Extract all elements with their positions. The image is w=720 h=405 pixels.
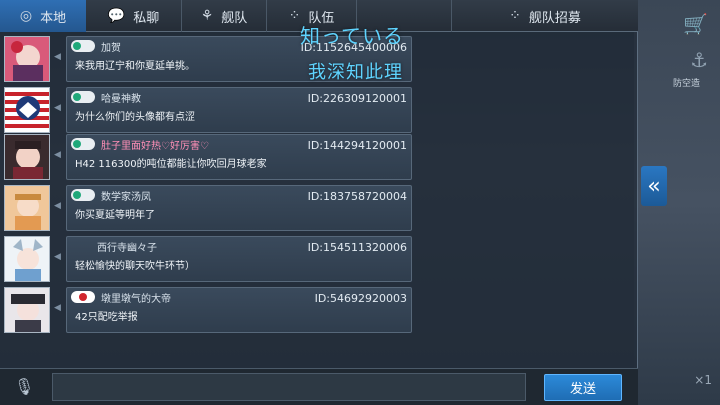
message-text: H42 116300的吨位都能让你吹回月球老家 <box>75 159 267 170</box>
tab-fleet[interactable]: ⚘ 舰队 <box>182 0 267 32</box>
bubble-pointer-icon: ◀ <box>54 103 61 113</box>
avatar[interactable] <box>4 236 50 282</box>
tab-private-label: 私聊 <box>133 10 160 26</box>
message-text: 来我用辽宁和你夏延单挑。 <box>75 61 195 72</box>
right-caption: 防空造 <box>672 79 700 89</box>
sender-name[interactable]: 数学家汤凤 <box>101 188 151 203</box>
chat-bubble-icon: 💬 <box>107 8 126 24</box>
cart-icon[interactable]: 🛒 <box>683 12 708 36</box>
input-bar: 🎙 发送 <box>0 368 638 405</box>
bubble-pointer-icon: ◀ <box>54 201 61 211</box>
fleet-icon: ⚘ <box>200 8 214 24</box>
guild-badge-icon <box>71 138 95 150</box>
tab-fleet-label: 舰队 <box>221 10 248 26</box>
avatar[interactable] <box>4 185 50 231</box>
bubble-pointer-icon: ◀ <box>54 52 61 62</box>
overlay-caption-jp: 知っている <box>300 24 404 48</box>
tab-local-label: 本地 <box>40 10 67 26</box>
microphone-icon[interactable]: 🎙 <box>14 377 34 396</box>
sender-name[interactable]: 墩里墩气的大帝 <box>101 290 171 305</box>
message-bubble: 西行寺幽々子 ID:154511320006 轻松愉快的聊天吹牛环节） <box>66 236 412 282</box>
collapse-panel-button[interactable]: « <box>641 166 667 206</box>
guild-badge-icon <box>71 189 95 201</box>
sender-id: ID:144294120001 <box>307 139 407 152</box>
sender-name[interactable]: 加贺 <box>101 39 121 54</box>
double-chevron-left-icon: « <box>647 173 661 199</box>
sender-name[interactable]: 哈曼神教 <box>101 90 141 105</box>
avatar[interactable] <box>4 87 50 133</box>
message-text: 轻松愉快的聊天吹牛环节） <box>75 261 195 272</box>
bubble-pointer-icon: ◀ <box>54 150 61 160</box>
message-bubble: 数学家汤凤 ID:183758720004 你买夏延等明年了 <box>66 185 412 231</box>
message-bubble: 哈曼神教 ID:226309120001 为什么你们的头像都有点涩 <box>66 87 412 133</box>
message-bubble: 肚子里面好热♡好厉害♡ ID:144294120001 H42 116300的吨… <box>66 134 412 180</box>
avatar[interactable] <box>4 36 50 82</box>
message-bubble: 墩里墩气的大帝 ID:54692920003 42只配吃举报 <box>66 287 412 333</box>
chat-message: ◀ 肚子里面好热♡好厉害♡ ID:144294120001 H42 116300… <box>2 134 412 180</box>
ship-icon[interactable]: ⚓ <box>690 48 708 72</box>
sender-name[interactable]: 西行寺幽々子 <box>97 239 157 254</box>
chat-message: ◀ 数学家汤凤 ID:183758720004 你买夏延等明年了 <box>2 185 412 231</box>
recruit-icon: ⁘ <box>509 8 521 24</box>
guild-badge-icon <box>71 91 95 103</box>
tab-recruit-label: 舰队招募 <box>528 10 581 26</box>
tab-private[interactable]: 💬 私聊 <box>86 0 182 32</box>
tab-local[interactable]: ◎ 本地 <box>0 0 86 32</box>
tab-recruit[interactable]: ⁘ 舰队招募 <box>452 0 638 32</box>
globe-icon: ◎ <box>19 8 33 24</box>
avatar[interactable] <box>4 134 50 180</box>
chat-input[interactable] <box>52 373 526 401</box>
flag-badge-icon <box>71 291 95 303</box>
message-text: 你买夏延等明年了 <box>75 210 155 221</box>
send-button[interactable]: 发送 <box>544 374 622 401</box>
team-icon: ⁘ <box>288 8 301 24</box>
sender-id: ID:226309120001 <box>307 92 407 105</box>
message-text: 42只配吃举报 <box>75 312 138 323</box>
sender-id: ID:183758720004 <box>307 190 407 203</box>
sender-id: ID:54692920003 <box>314 292 407 305</box>
message-text: 为什么你们的头像都有点涩 <box>75 112 195 123</box>
bubble-pointer-icon: ◀ <box>54 252 61 262</box>
overlay-caption-cn: 我深知此理 <box>308 62 403 83</box>
chat-message: ◀ 西行寺幽々子 ID:154511320006 轻松愉快的聊天吹牛环节） <box>2 236 412 282</box>
guild-badge-icon <box>71 40 95 52</box>
item-count: ×1 <box>694 373 712 387</box>
chat-message: ◀ 哈曼神教 ID:226309120001 为什么你们的头像都有点涩 <box>2 87 412 133</box>
sender-id: ID:154511320006 <box>307 241 407 254</box>
sender-name[interactable]: 肚子里面好热♡好厉害♡ <box>101 137 209 152</box>
chat-panel: ◎ 本地 💬 私聊 ⚘ 舰队 ⁘ 队伍 ⁘ 舰队招募 ◀ 加贺 ID:11526… <box>0 0 638 405</box>
bubble-pointer-icon: ◀ <box>54 303 61 313</box>
avatar[interactable] <box>4 287 50 333</box>
chat-message: ◀ 墩里墩气的大帝 ID:54692920003 42只配吃举报 <box>2 287 412 333</box>
